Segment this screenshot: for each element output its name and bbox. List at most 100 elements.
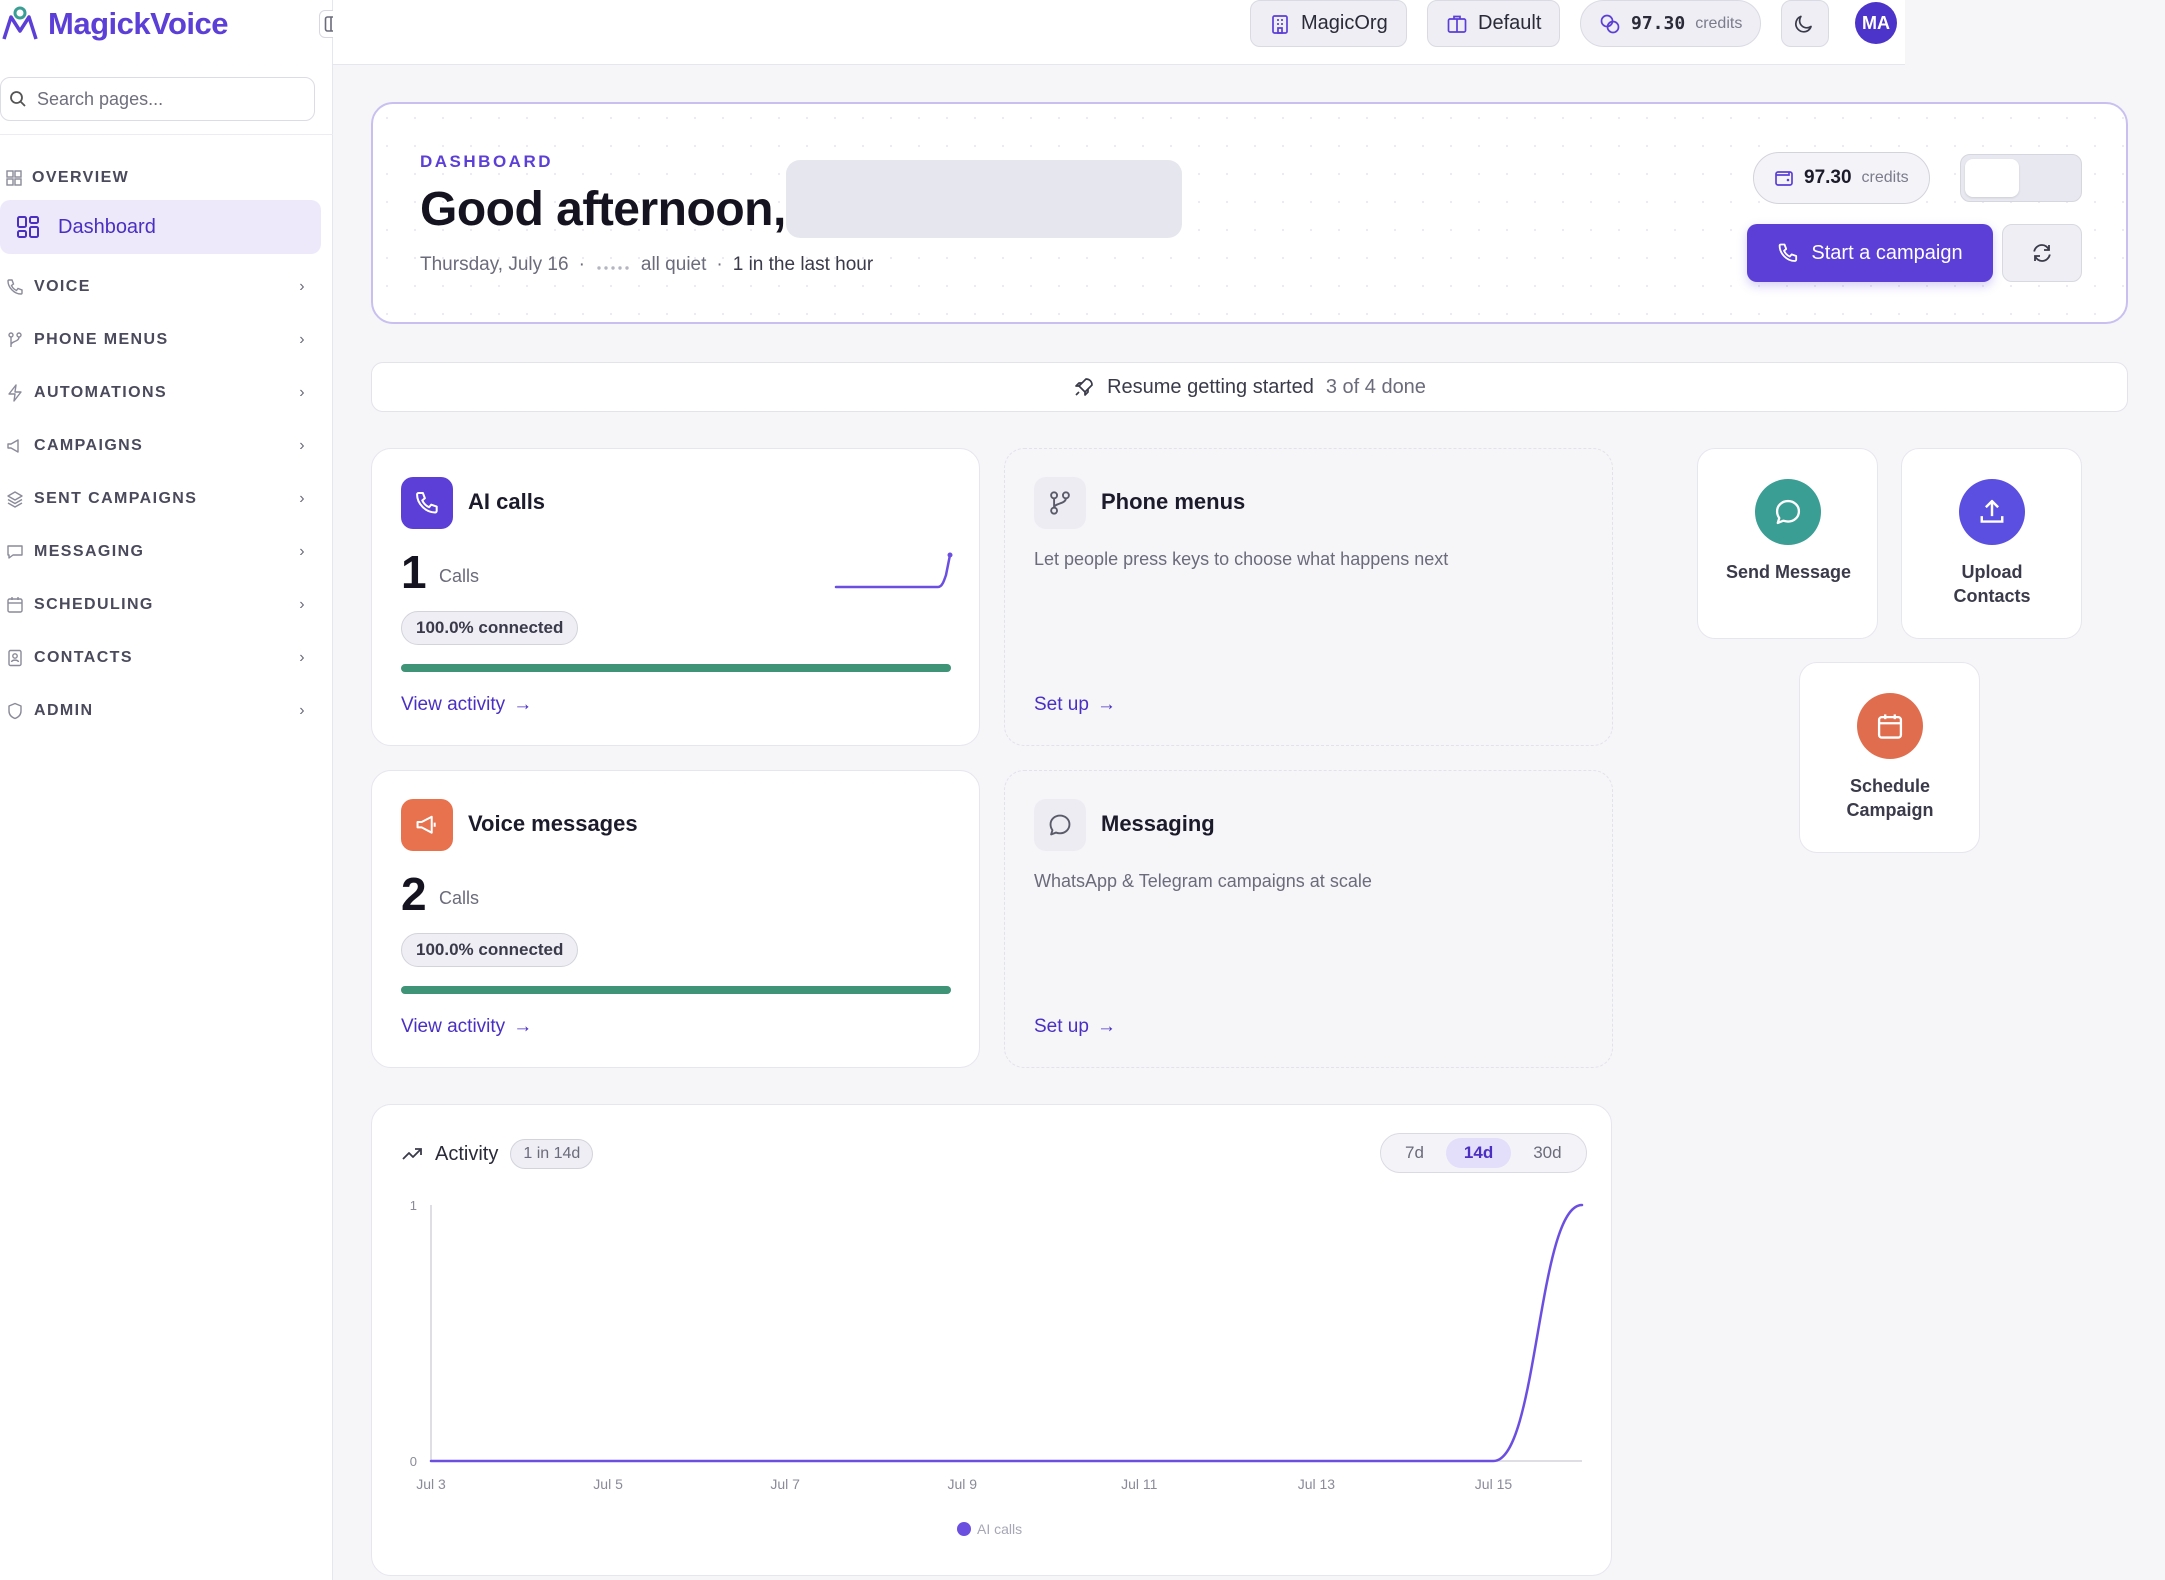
credits-value: 97.30 [1804,167,1852,188]
org-switcher[interactable]: MagicOrg [1250,0,1407,47]
x-tick-label: Jul 5 [593,1476,623,1492]
phone-icon [401,477,453,529]
link-label: View activity [401,694,506,715]
start-campaign-label: Start a campaign [1811,241,1963,264]
rocket-icon [1075,378,1093,396]
arrow-right-icon: → [513,694,533,715]
card-title: AI calls [468,489,546,514]
sidebar-item-contacts[interactable]: CONTACTS › [6,649,306,667]
progress-fill [401,986,951,994]
page-eyebrow: DASHBOARD [420,152,553,171]
resume-getting-started[interactable]: Resume getting started 3 of 4 done [371,362,2128,412]
activity-chart: 0 1 Jul 3 Jul 5 Jul 7 Jul 9 Jul 11 Jul 13 Jul 15… [410,1198,1584,1537]
workspace-switcher[interactable]: Default [1427,0,1561,47]
calls-count: 2 [401,868,427,920]
calendar-icon [7,597,23,613]
sidebar-item-dashboard[interactable]: Dashboard [0,200,321,254]
sidebar-divider [0,134,333,135]
chevron-right-icon: › [299,702,306,719]
upload-contacts-action[interactable]: Upload Contacts [1901,448,2082,639]
view-toggle[interactable] [1960,154,2082,202]
schedule-campaign-action[interactable]: Schedule Campaign [1799,662,1980,853]
view-activity-link[interactable]: View activity → [401,1016,532,1038]
arrow-right-icon: → [1096,694,1116,715]
nav-section-overview: OVERVIEW [6,169,306,187]
messaging-card: Messaging WhatsApp & Telegram campaigns … [1004,770,1613,1068]
workspace-name: Default [1478,12,1542,34]
theme-toggle-button[interactable] [1781,0,1829,47]
connected-badge: 100.0% connected [401,933,579,967]
sidebar-item-campaigns[interactable]: CAMPAIGNS › [6,437,306,455]
magickvoice-logo-icon [0,4,40,44]
link-label: Set up [1034,694,1089,715]
topbar: MagicOrg Default 97.30 credits MA [333,0,1905,65]
connected-badge: 100.0% connected [401,611,579,645]
calls-unit: Calls [439,566,480,586]
legend-marker [957,1522,971,1536]
hero-credits-pill[interactable]: 97.30 credits [1753,152,1930,204]
sidebar-item-phone-menus[interactable]: PHONE MENUS › [6,331,306,349]
x-tick-label: Jul 15 [1475,1476,1513,1492]
sidebar-item-messaging[interactable]: MESSAGING › [6,543,306,561]
upload-icon [1959,479,2025,545]
card-description: WhatsApp & Telegram campaigns at scale [1034,871,1372,891]
legend-label: AI calls [977,1521,1022,1537]
view-activity-link[interactable]: View activity → [401,694,532,716]
start-campaign-button[interactable]: Start a campaign [1747,224,1993,282]
chevron-right-icon: › [299,331,306,348]
refresh-button[interactable] [2002,224,2082,282]
message-icon [7,545,23,559]
chevron-right-icon: › [299,490,306,507]
chevron-right-icon: › [299,384,306,401]
sidebar-item-sent-campaigns[interactable]: SENT CAMPAIGNS › [6,490,306,508]
sparkline [834,552,953,589]
set-up-link[interactable]: Set up → [1034,694,1116,716]
phone-icon [1779,243,1798,262]
briefcase-icon [1447,15,1467,33]
chevron-right-icon: › [299,543,306,560]
credits-label: credits [1861,169,1909,186]
message-circle-icon [1034,799,1086,851]
sidebar-item-automations[interactable]: AUTOMATIONS › [6,384,306,402]
dashboard-icon [17,216,39,238]
x-tick-label: Jul 11 [1121,1476,1158,1492]
sidebar-item-scheduling[interactable]: SCHEDULING › [6,596,306,614]
sidebar-search[interactable] [0,77,315,121]
resume-progress: 3 of 4 done [1325,375,1426,398]
greeting-title: Good afternoon, [420,183,786,236]
megaphone-icon [401,799,453,851]
set-up-link[interactable]: Set up → [1034,1016,1116,1038]
progress-fill [401,664,951,672]
current-date: Thursday, July 16 [420,254,569,275]
sidebar-item-label: AUTOMATIONS [34,384,168,401]
sidebar-item-voice[interactable]: VOICE › [6,278,306,296]
layers-icon [7,491,23,508]
search-icon [10,91,26,107]
building-icon [1272,14,1288,34]
action-label: Upload Contacts [1953,562,2031,606]
brand[interactable]: MagickVoice [0,0,229,48]
brand-name: MagickVoice [48,6,229,41]
org-name: MagicOrg [1301,12,1388,34]
connection-progress [401,986,951,994]
wallet-icon [1775,171,1793,186]
calendar-icon [1857,693,1923,759]
card-title: Phone menus [1101,489,1246,514]
greeting-meta: Thursday, July 16 · all quiet · 1 in the… [420,254,873,276]
refresh-icon [2033,244,2051,262]
y-tick-label: 0 [410,1454,417,1469]
connection-progress [401,664,951,672]
arrow-right-icon: → [513,1016,533,1037]
sidebar: MagickVoice OVERVIEW Dashboard VOICE › P… [0,0,347,1580]
recent-count: 1 in the last hour [732,254,874,275]
sidebar-item-admin[interactable]: ADMIN › [6,702,306,720]
user-name-placeholder [786,160,1182,238]
action-label: Send Message [1725,562,1852,582]
avatar[interactable]: MA [1855,2,1897,44]
send-message-action[interactable]: Send Message [1697,448,1878,639]
credits-chip[interactable]: 97.30 credits [1580,0,1762,47]
branch-icon [8,332,22,347]
phone-menus-card: Phone menus Let people press keys to cho… [1004,448,1613,746]
search-input[interactable] [37,88,297,110]
moon-icon [1794,15,1812,33]
